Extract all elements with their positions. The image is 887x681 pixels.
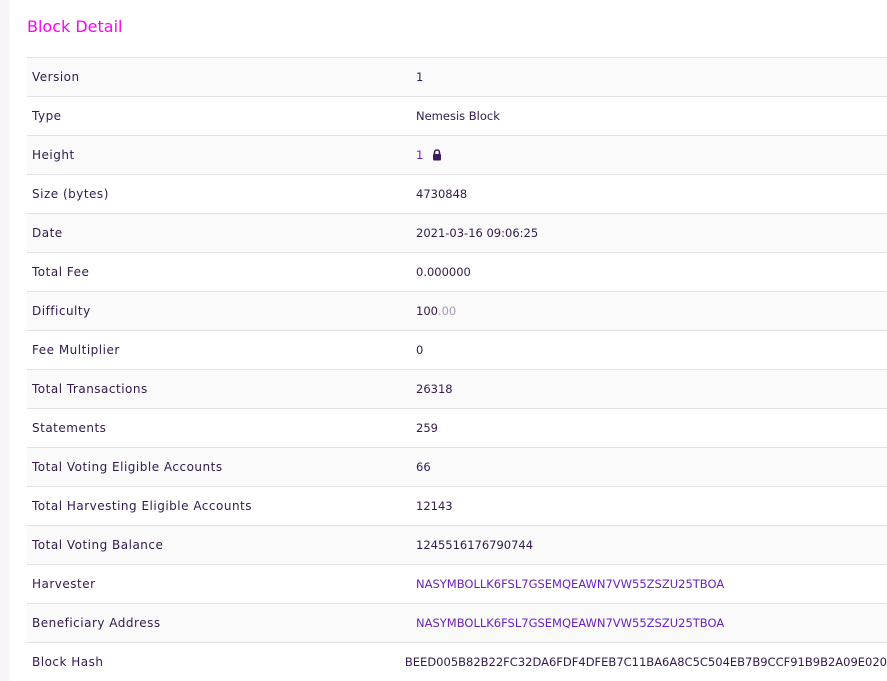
row-type: Type Nemesis Block	[27, 96, 887, 135]
difficulty-int: 100	[416, 304, 438, 318]
version-value: 1	[416, 70, 424, 84]
row-key: Type	[32, 109, 62, 123]
beneficiary-value: NASYMBOLLK6FSL7GSEMQEAWN7VW55ZSZU25TBOA	[416, 616, 724, 630]
row-date: Date 2021-03-16 09:06:25	[27, 213, 887, 252]
row-version: Version 1	[27, 57, 887, 96]
row-key: Harvester	[32, 577, 96, 591]
lock-icon	[433, 149, 442, 161]
row-total-fee: Total Fee 0.000000	[27, 252, 887, 291]
row-harvesting-eligible: Total Harvesting Eligible Accounts 12143	[27, 486, 887, 525]
difficulty-value: 100.00	[416, 304, 456, 318]
total-fee-value: 0.000000	[416, 265, 471, 279]
row-key: Difficulty	[32, 304, 91, 318]
harvesting-eligible-value: 12143	[416, 499, 453, 513]
row-key: Date	[32, 226, 63, 240]
date-value: 2021-03-16 09:06:25	[416, 226, 539, 240]
row-key: Block Hash	[32, 655, 104, 669]
row-key: Fee Multiplier	[32, 343, 120, 357]
statements-value: 259	[416, 421, 438, 435]
row-fee-multiplier: Fee Multiplier 0	[27, 330, 887, 369]
row-key: Statements	[32, 421, 107, 435]
row-key: Beneficiary Address	[32, 616, 161, 630]
row-beneficiary: Beneficiary Address NASYMBOLLK6FSL7GSEMQ…	[27, 603, 887, 642]
fee-multiplier-value: 0	[416, 343, 424, 357]
card-title: Block Detail	[27, 17, 123, 36]
row-block-hash: Block Hash BEED005B82B22FC32DA6FDF4DFEB7…	[27, 642, 887, 681]
row-total-transactions: Total Transactions 26318	[27, 369, 887, 408]
harvester-link[interactable]: NASYMBOLLK6FSL7GSEMQEAWN7VW55ZSZU25TBOA	[416, 577, 724, 591]
voting-eligible-value: 66	[416, 460, 431, 474]
harvester-value: NASYMBOLLK6FSL7GSEMQEAWN7VW55ZSZU25TBOA	[416, 577, 724, 591]
row-harvester: Harvester NASYMBOLLK6FSL7GSEMQEAWN7VW55Z…	[27, 564, 887, 603]
block-detail-table: Version 1 Type Nemesis Block Height 1 Si…	[27, 57, 887, 681]
row-key: Total Transactions	[32, 382, 148, 396]
row-key: Total Harvesting Eligible Accounts	[32, 499, 253, 513]
type-value: Nemesis Block	[416, 109, 500, 123]
row-key: Version	[32, 70, 80, 84]
size-value: 4730848	[416, 187, 468, 201]
row-key: Height	[32, 148, 75, 162]
row-difficulty: Difficulty 100.00	[27, 291, 887, 330]
row-key: Total Fee	[32, 265, 90, 279]
block-hash-value: BEED005B82B22FC32DA6FDF4DFEB7C11BA6A8C5C…	[404, 655, 887, 669]
block-detail-card: Block Detail Version 1 Type Nemesis Bloc…	[9, 0, 887, 681]
height-link[interactable]: 1	[416, 148, 423, 162]
height-value: 1	[416, 148, 442, 162]
row-voting-eligible: Total Voting Eligible Accounts 66	[27, 447, 887, 486]
total-transactions-value: 26318	[416, 382, 453, 396]
row-size: Size (bytes) 4730848	[27, 174, 887, 213]
row-key: Total Voting Eligible Accounts	[32, 460, 223, 474]
row-voting-balance: Total Voting Balance 1245516176790744	[27, 525, 887, 564]
voting-balance-value: 1245516176790744	[416, 538, 534, 552]
difficulty-decimal: .00	[437, 304, 457, 318]
row-key: Size (bytes)	[32, 187, 109, 201]
beneficiary-link[interactable]: NASYMBOLLK6FSL7GSEMQEAWN7VW55ZSZU25TBOA	[416, 616, 724, 630]
row-statements: Statements 259	[27, 408, 887, 447]
row-height: Height 1	[27, 135, 887, 174]
row-key: Total Voting Balance	[32, 538, 164, 552]
